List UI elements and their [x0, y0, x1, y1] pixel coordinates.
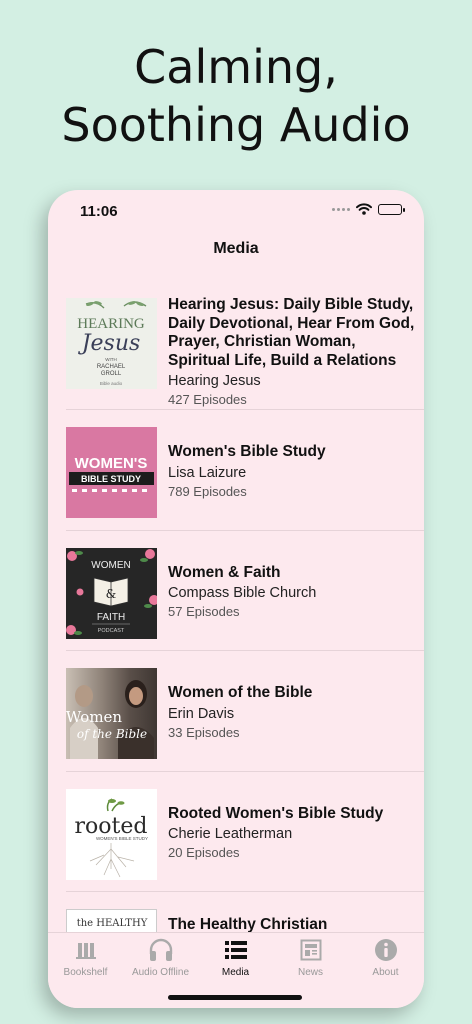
item-episode-count: 33 Episodes — [168, 724, 240, 740]
artwork-text: Bible audio — [100, 381, 123, 386]
nav-title: Media — [213, 240, 259, 257]
artwork-text: BIBLE STUDY — [81, 474, 141, 484]
tab-label: Media — [221, 967, 250, 978]
list-icon — [224, 941, 247, 959]
item-author: Cherie Leatherman — [168, 826, 293, 842]
item-title: Hearing Jesus: Daily Bible Study, Daily … — [168, 296, 415, 369]
media-list[interactable]: HEARING Jesus WITH RACHAEL GROLL Bible a… — [48, 280, 424, 932]
artwork-text: the HEALTHY — [77, 918, 148, 929]
item-episode-count: 427 Episodes — [168, 392, 247, 407]
wifi-icon — [356, 203, 372, 215]
podcast-artwork: rooted WOMEN'S BIBLE STUDY — [66, 788, 157, 880]
podcast-artwork: WOMEN & FAITH PODCAST — [66, 547, 157, 639]
item-episode-count: 789 Episodes — [168, 483, 247, 499]
headline: Calming, Soothing Audio — [0, 38, 472, 154]
item-title: Rooted Women's Bible Study — [168, 804, 384, 822]
item-episode-count: 20 Episodes — [168, 845, 240, 860]
podcast-artwork: the HEALTHY — [66, 909, 157, 932]
tab-label: Audio Offline — [131, 967, 190, 978]
bookshelf-icon — [75, 943, 96, 959]
podcast-artwork: HEARING Jesus WITH RACHAEL GROLL Bible a… — [66, 298, 157, 389]
item-author: Lisa Laizure — [168, 464, 247, 481]
item-title: The Healthy Christian — [168, 916, 328, 932]
tab-news[interactable]: News — [273, 937, 348, 978]
artwork-text: GROLL — [101, 371, 122, 377]
headline-line-1: Calming, — [134, 40, 338, 94]
tab-label: About — [372, 967, 399, 978]
battery-icon — [378, 203, 405, 215]
item-title: Women & Faith — [168, 563, 281, 581]
item-author: Erin Davis — [168, 705, 235, 722]
tab-audio-offline[interactable]: Audio Offline — [123, 937, 198, 978]
list-item-healthy-christian[interactable]: the HEALTHY The Healthy Christian — [66, 892, 424, 932]
status-bar: 11:06 — [48, 190, 424, 230]
home-indicator — [168, 995, 302, 1000]
newspaper-icon — [300, 939, 321, 961]
artwork-text: Women — [66, 708, 122, 726]
artwork-text: FAITH — [97, 612, 125, 623]
podcast-artwork: WOMEN'S BIBLE STUDY — [66, 427, 157, 518]
list-item-women-of-the-bible[interactable]: Women of the Bible Women of the Bible Er… — [66, 651, 424, 772]
item-episode-count: 57 Episodes — [168, 604, 240, 619]
artwork-text: PODCAST — [98, 628, 125, 634]
tab-label: News — [297, 967, 323, 978]
artwork-text: Jesus — [78, 331, 141, 356]
artwork-text: WITH — [105, 357, 117, 362]
artwork-text: WOMEN — [91, 560, 130, 571]
tab-about[interactable]: About — [348, 937, 423, 978]
item-title: Women's Bible Study — [168, 443, 326, 460]
artwork-text: WOMEN'S — [75, 455, 148, 472]
item-author: Compass Bible Church — [168, 585, 317, 601]
list-item-hearing-jesus[interactable]: HEARING Jesus WITH RACHAEL GROLL Bible a… — [66, 280, 424, 410]
item-title: Women of the Bible — [168, 684, 313, 701]
tab-media[interactable]: Media — [198, 937, 273, 978]
headphones-icon — [149, 938, 172, 961]
headline-line-2: Soothing Audio — [61, 98, 411, 152]
artwork-text: & — [106, 587, 117, 601]
list-item-women-and-faith[interactable]: WOMEN & FAITH PODCAST Women & Faith Comp… — [66, 531, 424, 651]
signal-icon — [332, 207, 350, 211]
item-author: Hearing Jesus — [168, 373, 261, 389]
artwork-text: RACHAEL — [97, 364, 126, 370]
status-icons — [332, 203, 405, 215]
tab-bookshelf[interactable]: Bookshelf — [48, 937, 123, 978]
podcast-artwork: Women of the Bible — [66, 668, 157, 759]
status-time: 11:06 — [80, 203, 118, 220]
artwork-text: WOMEN'S BIBLE STUDY — [96, 836, 148, 841]
artwork-text: HEARING — [77, 316, 145, 332]
list-item-womens-bible-study[interactable]: WOMEN'S BIBLE STUDY Women's Bible Study … — [66, 410, 424, 531]
info-icon — [374, 939, 397, 961]
tab-label: Bookshelf — [63, 967, 108, 978]
phone-screen: 11:06 Media HEARING Jesus WITH RACHAEL G… — [48, 190, 424, 1008]
artwork-text: of the Bible — [77, 727, 147, 741]
list-item-rooted[interactable]: rooted WOMEN'S BIBLE STUDY Rooted Women'… — [66, 772, 424, 892]
